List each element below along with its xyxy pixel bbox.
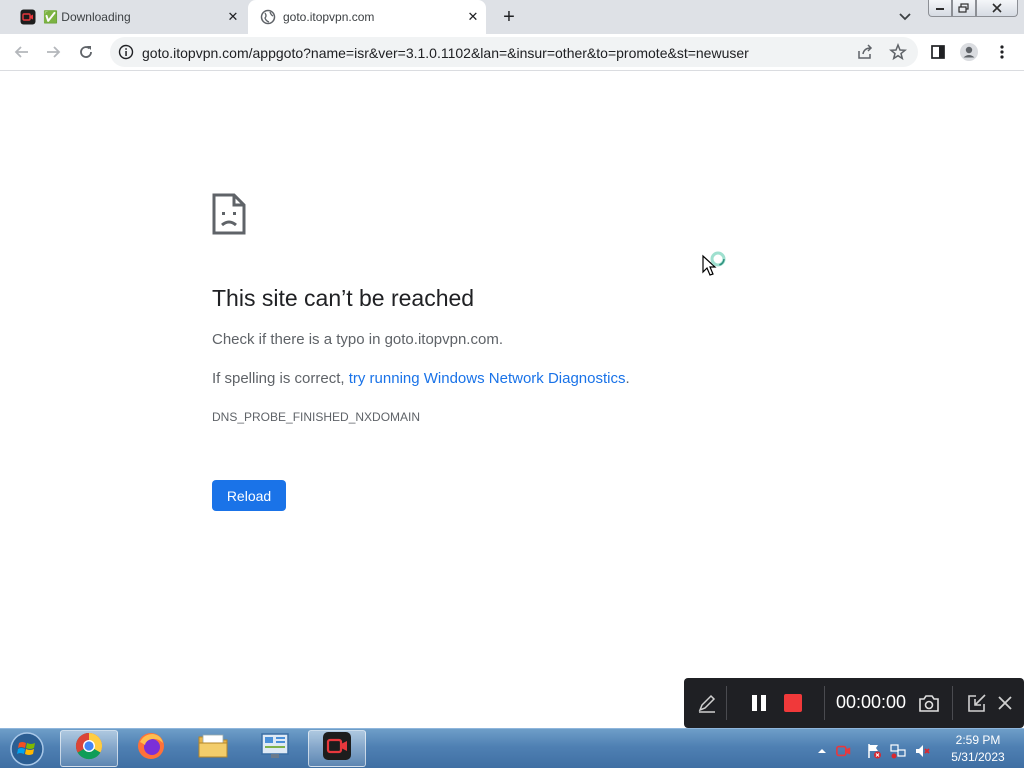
tab-title: goto.itopvpn.com [283,10,375,24]
itop-recorder-tray-icon[interactable] [836,743,852,759]
tab-downloading[interactable]: ✅ Downloading ✕ [8,0,246,34]
taskbar-firefox[interactable] [122,730,180,767]
reload-icon[interactable] [76,42,96,62]
url-text[interactable]: goto.itopvpn.com/appgoto?name=isr&ver=3.… [142,45,749,61]
taskbar-chrome[interactable] [60,730,118,767]
new-tab-button[interactable]: + [498,7,520,27]
divider [726,686,727,720]
recording-timer: 00:00:00 [836,692,907,712]
error-code: DNS_PROBE_FINISHED_NXDOMAIN [212,410,421,424]
busy-cursor-icon [701,250,731,280]
tab-goto-itopvpn[interactable]: goto.itopvpn.com ✕ [248,0,486,34]
taskbar-control-panel[interactable] [246,730,304,767]
back-icon[interactable] [12,42,32,62]
window-close-button[interactable] [976,0,1018,17]
screenshot-camera-icon[interactable] [918,692,940,714]
error-heading: This site can’t be reached [212,285,475,311]
reload-button[interactable]: Reload [212,480,286,511]
pen-annotate-icon[interactable] [696,692,718,714]
file-explorer-icon [197,731,229,766]
divider [952,686,953,720]
itop-recorder-icon [322,731,352,766]
restore-button[interactable] [952,0,976,17]
firefox-icon [136,731,166,766]
diagnostics-prefix: If spelling is correct, [212,370,349,387]
tab-search-icon[interactable] [896,9,914,25]
forward-icon[interactable] [43,42,63,62]
control-panel-icon [259,731,291,766]
close-tab-icon[interactable]: ✕ [224,8,242,26]
network-diagnostics-link[interactable]: try running Windows Network Diagnostics [349,370,626,387]
action-center-flag-icon[interactable] [866,743,882,759]
minimize-button[interactable] [928,0,952,17]
minimize-recorder-icon[interactable] [966,692,988,714]
clock-time[interactable]: 2:59 PM [946,733,1010,747]
side-panel-icon[interactable] [928,42,948,62]
start-orb-icon[interactable] [5,731,49,767]
sad-document-icon [212,193,246,235]
taskbar-itop-recorder[interactable] [308,730,366,767]
chrome-icon [74,731,104,766]
taskbar-file-explorer[interactable] [184,730,242,767]
diagnostics-suffix: . [625,370,630,387]
stop-icon[interactable] [782,692,804,714]
itop-recorder-icon [20,9,36,25]
address-bar[interactable]: goto.itopvpn.com/appgoto?name=isr&ver=3.… [110,37,918,67]
divider [824,686,825,720]
bookmark-star-icon[interactable] [889,42,907,61]
close-tab-icon[interactable]: ✕ [464,8,482,26]
share-icon[interactable] [856,44,874,60]
tab-strip: ✅ Downloading ✕ goto.itopvpn.com ✕ + [0,0,1024,34]
network-icon[interactable] [890,743,906,759]
globe-icon [260,9,276,25]
diagnostics-hint: If spelling is correct, try running Wind… [212,370,630,387]
system-tray [814,732,944,764]
tab-title: ✅ Downloading [43,10,131,24]
profile-avatar-icon[interactable] [959,42,979,62]
site-info-icon[interactable] [118,44,134,60]
browser-toolbar: goto.itopvpn.com/appgoto?name=isr&ver=3.… [0,34,1024,71]
menu-kebab-icon[interactable] [992,42,1012,62]
pause-icon[interactable] [748,692,770,714]
clock-date[interactable]: 5/31/2023 [946,750,1010,764]
close-recorder-icon[interactable] [994,692,1016,714]
show-hidden-icons-arrow-icon[interactable] [814,743,830,759]
typo-hint-text: Check if there is a typo in goto.itopvpn… [212,331,503,348]
volume-muted-icon[interactable] [914,743,930,759]
